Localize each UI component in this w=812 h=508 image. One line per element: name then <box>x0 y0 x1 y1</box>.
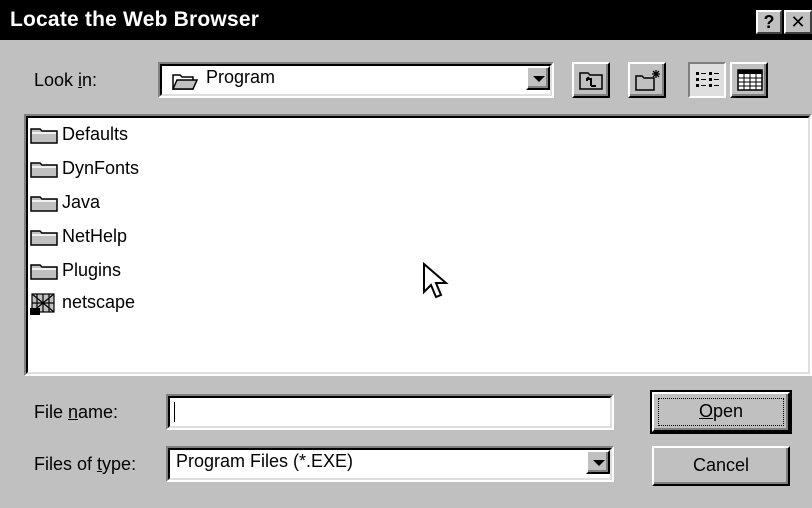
cancel-button[interactable]: Cancel <box>652 446 790 486</box>
up-one-level-button[interactable] <box>572 62 610 98</box>
file-name: NetHelp <box>62 226 128 246</box>
folder-icon <box>30 162 58 178</box>
title-bar[interactable]: Locate the Web Browser ? ✕ <box>0 0 812 40</box>
look-in-label: Look in: <box>34 70 98 90</box>
file-name: Plugins <box>62 260 122 280</box>
executable-icon <box>30 293 55 315</box>
close-button[interactable]: ✕ <box>784 10 812 34</box>
folder-icon <box>30 128 58 144</box>
list-view-icon <box>696 72 719 87</box>
files-of-type-label: Files of type: <box>34 454 137 474</box>
file-name: netscape <box>62 292 136 312</box>
file-list[interactable]: Defaults DynFonts Java NetHelp Plugins n… <box>24 114 812 376</box>
file-name: DynFonts <box>62 158 140 178</box>
details-view-icon <box>737 69 763 91</box>
open-button[interactable]: Open <box>650 390 792 434</box>
files-of-type-dropdown[interactable]: Program Files (*.EXE) <box>166 446 614 482</box>
open-folder-icon <box>172 74 198 90</box>
file-name-label: File name: <box>34 402 119 422</box>
file-name: Defaults <box>62 124 129 144</box>
window-title: Locate the Web Browser <box>10 8 260 31</box>
look-in-value: Program <box>206 67 276 87</box>
folder-icon <box>30 196 58 212</box>
files-of-type-dropdown-button[interactable] <box>586 450 610 474</box>
folder-icon <box>30 230 58 246</box>
file-name: Java <box>62 192 101 212</box>
focus-rectangle <box>658 398 784 426</box>
up-folder-icon <box>579 72 603 90</box>
close-icon: ✕ <box>790 12 806 32</box>
help-icon: ? <box>763 12 775 32</box>
mouse-cursor-icon <box>423 262 449 299</box>
list-view-button[interactable] <box>688 62 726 98</box>
details-view-button[interactable] <box>730 62 768 98</box>
look-in-dropdown-button[interactable] <box>526 66 550 90</box>
look-in-dropdown[interactable]: Program <box>158 62 554 98</box>
files-of-type-value: Program Files (*.EXE) <box>176 451 354 471</box>
folder-icon <box>30 264 58 280</box>
create-new-folder-button[interactable] <box>628 62 666 98</box>
file-name-input[interactable] <box>166 394 614 430</box>
text-caret <box>174 402 175 422</box>
help-button[interactable]: ? <box>756 10 782 34</box>
new-folder-icon <box>635 70 660 91</box>
